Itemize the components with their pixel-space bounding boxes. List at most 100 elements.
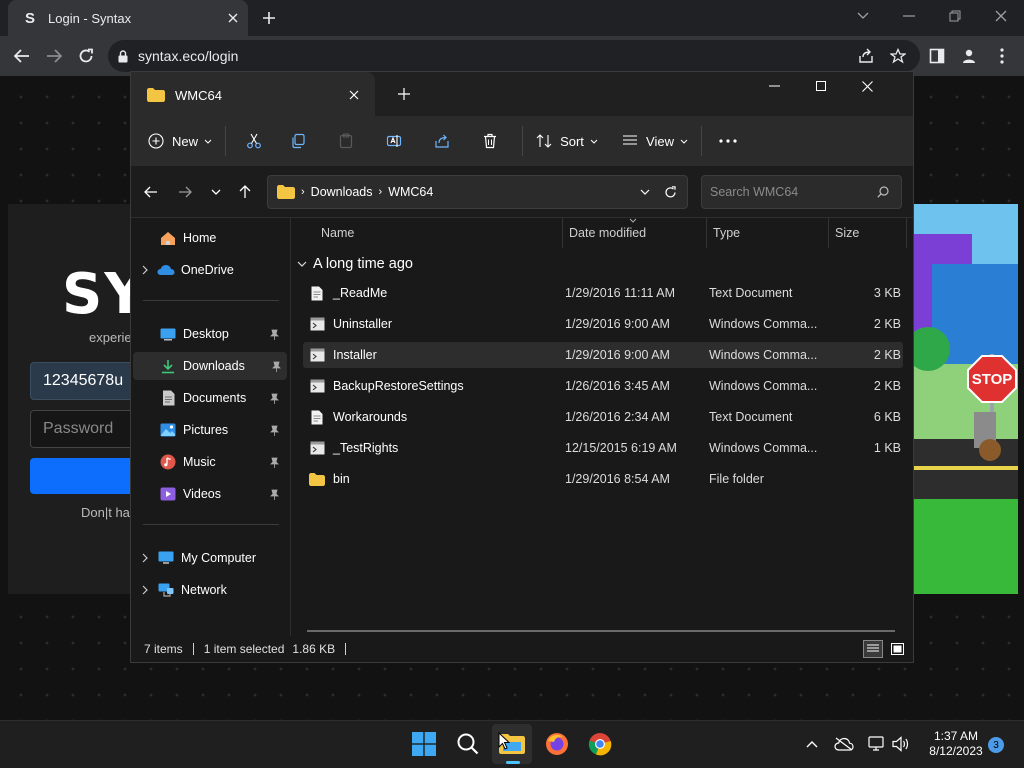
nav-item-label: Downloads bbox=[183, 359, 245, 373]
pin-icon[interactable] bbox=[269, 361, 283, 372]
file-size: 1 KB bbox=[873, 441, 901, 455]
nav-item-onedrive[interactable]: OneDrive bbox=[133, 256, 287, 284]
start-windows-icon[interactable] bbox=[404, 724, 444, 764]
nav-item-music[interactable]: Music bbox=[159, 448, 285, 476]
browser-tab[interactable]: S Login - Syntax bbox=[8, 0, 248, 36]
file-size: 3 KB bbox=[873, 286, 901, 300]
address-bar[interactable]: syntax.eco/login bbox=[108, 40, 920, 72]
profile-avatar-icon[interactable] bbox=[955, 42, 983, 70]
nav-separator bbox=[143, 524, 279, 525]
expand-chevron-icon[interactable] bbox=[133, 265, 157, 275]
refresh-icon[interactable] bbox=[664, 185, 677, 199]
group-header[interactable]: A long time ago bbox=[297, 256, 413, 272]
column-header-date[interactable]: Date modified bbox=[563, 218, 707, 248]
pin-icon[interactable] bbox=[267, 425, 281, 436]
text-file-icon bbox=[305, 410, 329, 425]
file-date: 1/26/2016 3:45 AM bbox=[565, 379, 670, 393]
browser-minimize-icon[interactable] bbox=[886, 0, 932, 32]
details-view-icon[interactable] bbox=[863, 640, 883, 658]
chrome-icon[interactable] bbox=[580, 724, 620, 764]
paste-icon[interactable] bbox=[322, 124, 370, 158]
nav-item-network[interactable]: Network bbox=[133, 576, 287, 604]
close-tab-icon[interactable] bbox=[224, 9, 242, 27]
pin-icon[interactable] bbox=[267, 393, 281, 404]
share-icon[interactable] bbox=[852, 42, 880, 70]
recent-locations-chevron-icon[interactable] bbox=[204, 180, 228, 204]
nav-item-videos[interactable]: Videos bbox=[159, 480, 285, 508]
rename-icon[interactable] bbox=[370, 124, 418, 158]
file-row-selected[interactable]: Installer 1/29/2016 9:00 AM Windows Comm… bbox=[303, 342, 903, 368]
browser-close-icon[interactable] bbox=[978, 0, 1024, 32]
bookmark-star-icon[interactable] bbox=[884, 42, 912, 70]
file-row[interactable]: _TestRights 12/15/2015 6:19 AM Windows C… bbox=[303, 435, 903, 461]
nav-separator bbox=[143, 300, 279, 301]
notification-badge[interactable]: 3 bbox=[988, 737, 1004, 753]
explorer-search-box[interactable]: Search WMC64 bbox=[701, 175, 902, 209]
column-header-type[interactable]: Type bbox=[707, 218, 829, 248]
sort-button[interactable]: Sort bbox=[531, 124, 603, 158]
cloud-offline-icon[interactable] bbox=[830, 724, 858, 764]
nav-item-downloads[interactable]: Downloads bbox=[133, 352, 287, 380]
explorer-close-icon[interactable] bbox=[844, 72, 890, 100]
pin-icon[interactable] bbox=[267, 489, 281, 500]
folder-row[interactable]: bin 1/29/2016 8:54 AM File folder bbox=[303, 466, 903, 492]
explorer-forward-icon[interactable] bbox=[173, 180, 197, 204]
browser-restore-icon[interactable] bbox=[932, 0, 978, 32]
nav-item-home[interactable]: Home bbox=[159, 224, 285, 252]
taskbar-search-icon[interactable] bbox=[448, 724, 488, 764]
explorer-tab[interactable]: WMC64 bbox=[131, 72, 375, 118]
file-row[interactable]: _ReadMe 1/29/2016 11:11 AM Text Document… bbox=[303, 280, 903, 306]
nav-item-documents[interactable]: Documents bbox=[159, 384, 285, 412]
pin-icon[interactable] bbox=[267, 329, 281, 340]
column-header-size[interactable]: Size bbox=[829, 218, 907, 248]
column-header-label: Size bbox=[835, 226, 860, 240]
close-explorer-tab-icon[interactable] bbox=[349, 90, 359, 100]
large-icons-view-icon[interactable] bbox=[889, 641, 905, 657]
text-file-icon bbox=[305, 286, 329, 301]
browser-menu-kebab-icon[interactable] bbox=[988, 42, 1016, 70]
nav-item-desktop[interactable]: Desktop bbox=[159, 320, 285, 348]
file-row[interactable]: Uninstaller 1/29/2016 9:00 AM Windows Co… bbox=[303, 311, 903, 337]
nav-item-my-computer[interactable]: My Computer bbox=[133, 544, 287, 572]
back-arrow-icon[interactable] bbox=[8, 42, 36, 70]
nav-item-pictures[interactable]: Pictures bbox=[159, 416, 285, 444]
taskbar-clock[interactable]: 1:37 AM 8/12/2023 bbox=[916, 729, 996, 759]
navigation-pane: Home OneDrive Desktop Downloads Document… bbox=[131, 218, 291, 636]
expand-chevron-icon[interactable] bbox=[133, 585, 157, 595]
explorer-minimize-icon[interactable] bbox=[751, 72, 797, 100]
up-arrow-icon[interactable] bbox=[233, 180, 257, 204]
side-panel-icon[interactable] bbox=[923, 42, 951, 70]
share-file-icon[interactable] bbox=[418, 124, 466, 158]
network-status-icon[interactable] bbox=[864, 724, 890, 764]
file-date: 1/26/2016 2:34 AM bbox=[565, 410, 670, 424]
explorer-address-bar[interactable]: › Downloads › WMC64 bbox=[267, 175, 688, 209]
explorer-back-icon[interactable] bbox=[139, 180, 163, 204]
forward-arrow-icon[interactable] bbox=[40, 42, 68, 70]
lock-icon bbox=[118, 49, 128, 63]
network-icon bbox=[157, 581, 175, 599]
show-hidden-icons-chevron-icon[interactable] bbox=[798, 724, 826, 764]
breadcrumb-wmc64[interactable]: WMC64 bbox=[388, 185, 640, 199]
delete-icon[interactable] bbox=[466, 124, 514, 158]
breadcrumb-downloads[interactable]: Downloads bbox=[311, 185, 373, 199]
horizontal-scrollbar[interactable] bbox=[307, 630, 895, 632]
address-dropdown-icon[interactable] bbox=[640, 189, 650, 195]
copy-icon[interactable] bbox=[274, 124, 322, 158]
more-options-icon[interactable] bbox=[710, 124, 746, 158]
login-subtitle: experie bbox=[89, 330, 132, 345]
volume-icon[interactable] bbox=[888, 724, 914, 764]
column-header-name[interactable]: Name bbox=[291, 218, 563, 248]
firefox-icon[interactable] bbox=[537, 724, 577, 764]
expand-chevron-icon[interactable] bbox=[133, 553, 157, 563]
pin-icon[interactable] bbox=[267, 457, 281, 468]
reload-icon[interactable] bbox=[72, 42, 100, 70]
new-button[interactable]: New bbox=[143, 124, 217, 158]
tab-search-chevron-icon[interactable] bbox=[840, 0, 886, 32]
new-tab-plus-icon[interactable] bbox=[258, 7, 280, 29]
explorer-maximize-icon[interactable] bbox=[798, 72, 844, 100]
view-button[interactable]: View bbox=[617, 124, 693, 158]
explorer-new-tab-icon[interactable] bbox=[394, 84, 414, 104]
file-row[interactable]: Workarounds 1/26/2016 2:34 AM Text Docum… bbox=[303, 404, 903, 430]
file-row[interactable]: BackupRestoreSettings 1/26/2016 3:45 AM … bbox=[303, 373, 903, 399]
cut-icon[interactable] bbox=[234, 124, 274, 158]
